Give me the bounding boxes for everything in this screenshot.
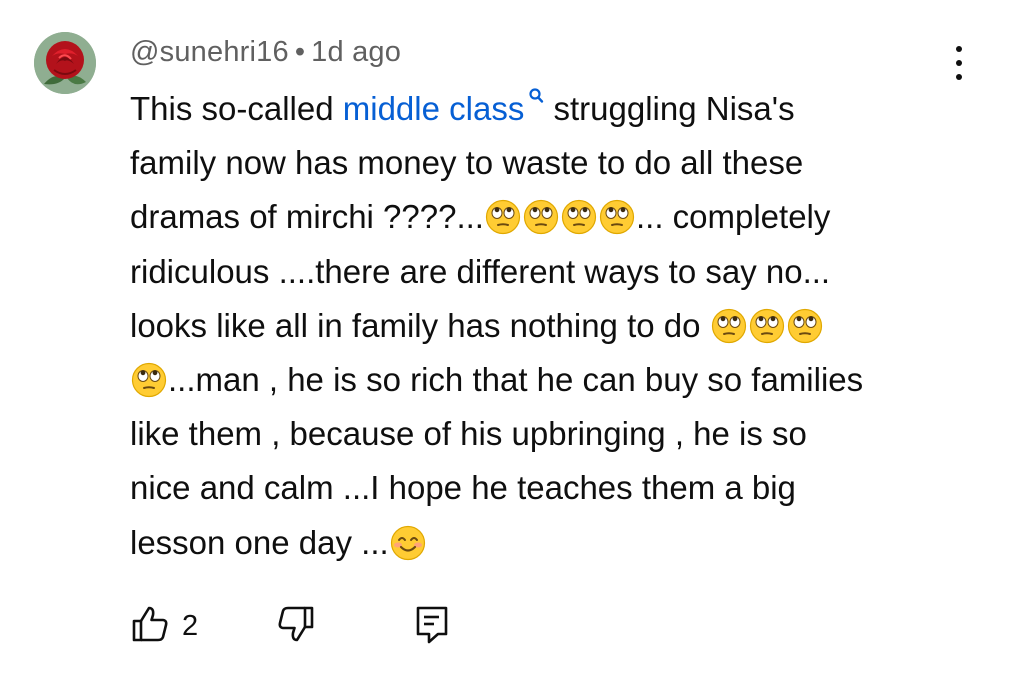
comment-line: ...man , he is so rich that he can buy s… [130, 353, 970, 407]
search-link-label[interactable]: middle class [343, 90, 525, 127]
rolling-eyes-emoji-icon [749, 308, 785, 344]
comment-text-segment: like them , because of his upbringing , … [130, 415, 807, 453]
comment-text-segment: struggling Nisa's [553, 90, 795, 127]
thumbs-up-icon[interactable] [130, 604, 170, 644]
comment-text-segment: nice and calm ...I hope he teaches them … [130, 469, 796, 507]
comment-line: like them , because of his upbringing , … [130, 407, 970, 461]
rolling-eyes-emoji-icon [599, 199, 635, 235]
comment-text: This so-called middle class struggling N… [130, 82, 970, 570]
comment-text-segment: family now has money to waste to do all … [130, 144, 804, 182]
thumbs-down-icon[interactable] [276, 604, 316, 644]
comment-text-segment: ...man , he is so rich that he can buy s… [168, 360, 864, 398]
more-options-icon[interactable] [944, 44, 974, 82]
rolling-eyes-emoji-icon [523, 199, 559, 235]
search-icon [529, 88, 544, 103]
comment-text-segment: ridiculous ....there are different ways … [130, 252, 831, 290]
comment-line: lesson one day ... [130, 516, 970, 570]
comment-header: @sunehri16 • 1d ago [130, 36, 401, 69]
rolling-eyes-emoji-icon [131, 362, 167, 398]
username[interactable]: @sunehri16 [130, 36, 289, 68]
rolling-eyes-emoji-icon [561, 199, 597, 235]
comment-text-segment: This so-called [130, 90, 343, 127]
comment-text-segment: dramas of mirchi ????... [130, 198, 484, 236]
comment-text-segment: ... completely [635, 198, 831, 236]
comment-line: family now has money to waste to do all … [130, 136, 970, 190]
timestamp[interactable]: 1d ago [311, 36, 401, 68]
smiling-emoji-icon [390, 525, 426, 561]
comment-line: ridiculous ....there are different ways … [130, 245, 970, 299]
comment-text-segment: looks like all in family has nothing to … [130, 306, 710, 344]
comment-line: nice and calm ...I hope he teaches them … [130, 461, 970, 515]
rolling-eyes-emoji-icon [711, 308, 747, 344]
comment-text-segment: lesson one day ... [130, 523, 389, 561]
rolling-eyes-emoji-icon [787, 308, 823, 344]
rose-avatar-image [34, 32, 96, 94]
comment-line: This so-called middle class struggling N… [130, 82, 970, 136]
like-count: 2 [182, 610, 199, 642]
separator-dot: • [294, 36, 306, 68]
reply-icon[interactable] [412, 604, 452, 646]
search-link[interactable]: middle class [343, 88, 545, 127]
comment-line: dramas of mirchi ????... ... completely [130, 190, 970, 244]
rolling-eyes-emoji-icon [485, 199, 521, 235]
comment-line: looks like all in family has nothing to … [130, 299, 970, 353]
avatar[interactable] [34, 32, 96, 94]
